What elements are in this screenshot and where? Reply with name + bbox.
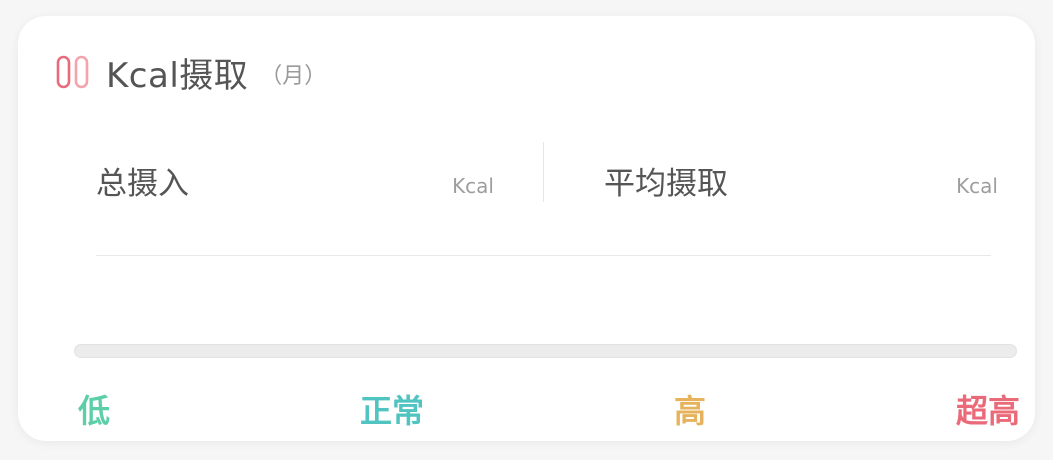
card-period: （月） <box>260 64 327 89</box>
total-intake-label: 总摄入 <box>96 166 189 202</box>
card-header: Kcal摄取 （月） <box>56 50 327 96</box>
intake-progress-bar <box>74 344 1017 358</box>
average-intake-label: 平均摄取 <box>604 166 728 202</box>
average-intake-unit: Kcal <box>956 174 998 198</box>
level-high-label: 高 <box>674 392 707 430</box>
average-intake-stat: 平均摄取 Kcal <box>604 142 998 202</box>
total-intake-unit: Kcal <box>452 174 494 198</box>
card-title: Kcal摄取 <box>106 55 249 96</box>
stat-divider <box>543 142 544 202</box>
kcal-card: Kcal摄取 （月） 总摄入 Kcal 平均摄取 Kcal 低 正常 高 超高 <box>18 16 1035 441</box>
total-intake-stat: 总摄入 Kcal <box>96 142 494 202</box>
level-very-high-label: 超高 <box>956 392 1021 430</box>
section-divider <box>96 255 991 256</box>
level-low-label: 低 <box>78 392 111 430</box>
level-normal-label: 正常 <box>360 392 425 430</box>
bar-chart-icon <box>56 54 90 90</box>
